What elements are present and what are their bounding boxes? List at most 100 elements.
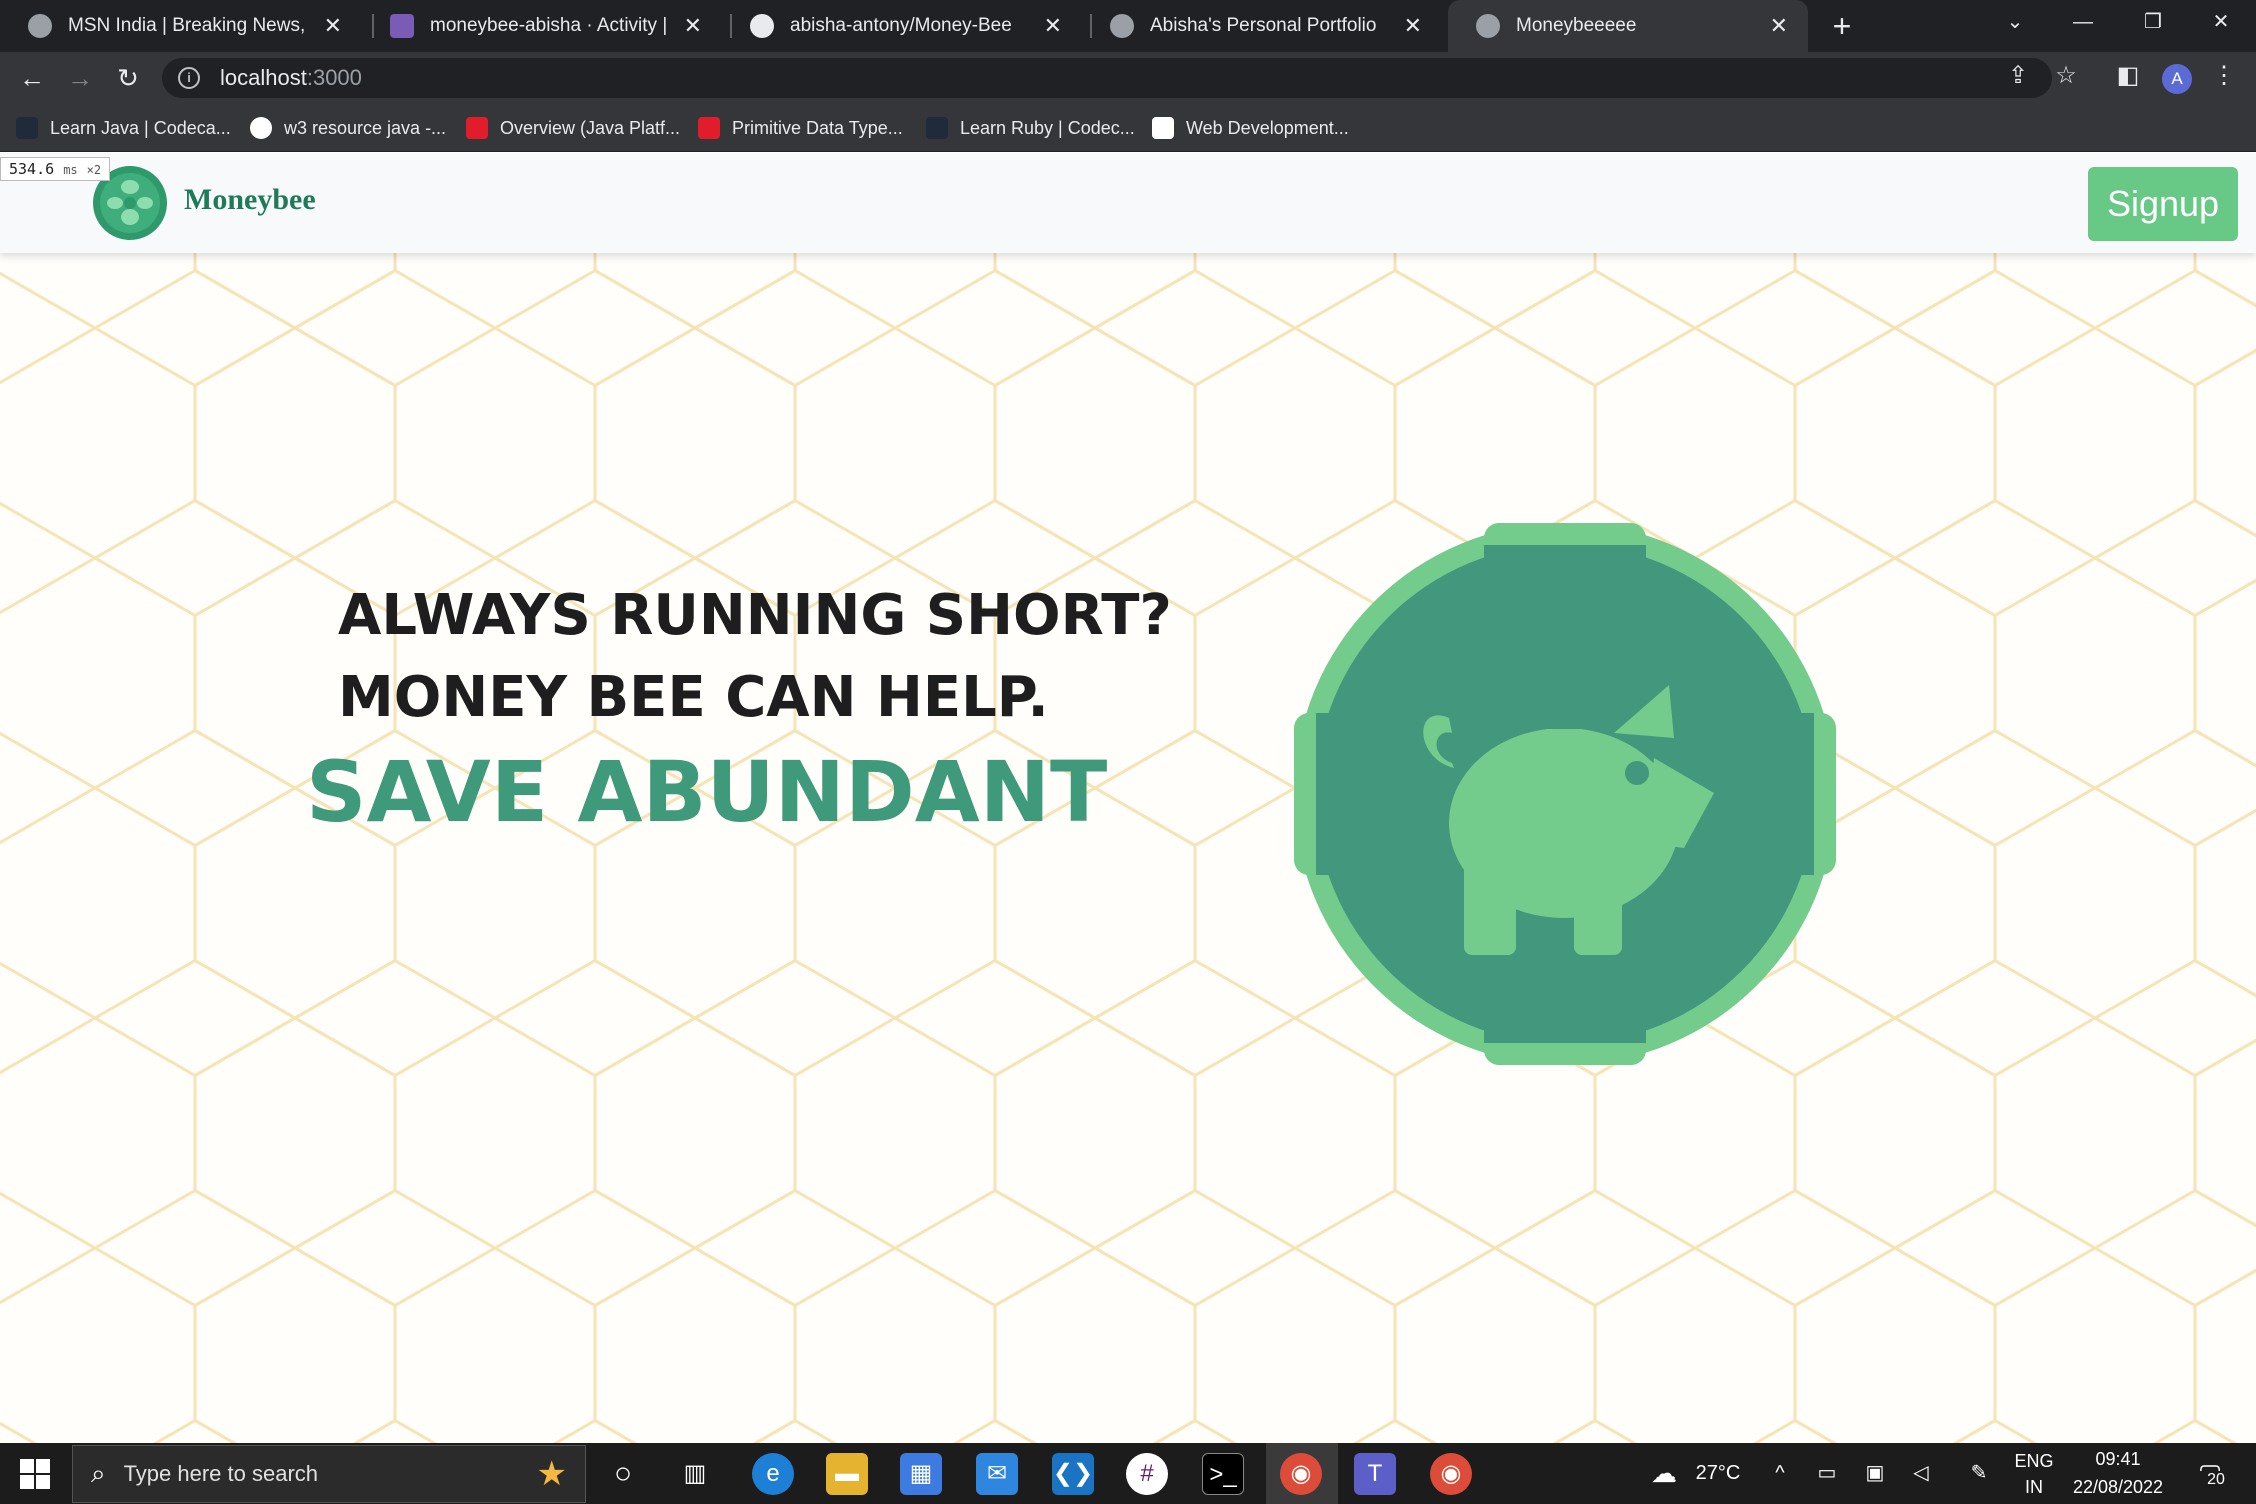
volume-icon[interactable]: ◁ [1906,1443,1936,1504]
clock-date[interactable]: 22/08/2022 [2064,1477,2172,1498]
side-panel-icon[interactable]: ◧ [2114,62,2142,90]
slack-icon[interactable]: # [1126,1453,1168,1495]
bookmark-label: Web Development... [1186,117,1349,138]
url-host: localhost [220,65,307,90]
headline-line-1: ALWAYS RUNNING SHORT? [338,583,1172,648]
heroku-icon [390,14,414,38]
oracle-icon [698,117,720,139]
bookmark-primitive-data-types[interactable]: Primitive Data Type... [698,114,903,142]
input-language[interactable]: ENG [2006,1451,2062,1472]
google-icon [250,117,272,139]
new-tab-button[interactable]: + [1822,6,1862,46]
web-dev-icon [1152,117,1174,139]
weather-cloud-icon[interactable]: ☁ [1644,1443,1684,1504]
tab-title: abisha-antony/Money-Bee [790,15,1012,36]
globe-icon [1110,14,1134,38]
site-navbar: Moneybee Signup [0,153,2256,253]
close-icon[interactable]: ✕ [1404,13,1422,39]
tray-chevron-icon[interactable]: ^ [1766,1443,1794,1504]
page-viewport: 534.6 ms ×2 Moneybee Signup ALWAYS RUNNI… [0,153,2256,1443]
pen-icon[interactable]: ✎ [1964,1443,1994,1504]
bookmark-label: Learn Ruby | Codec... [960,117,1135,138]
tab-github[interactable]: abisha-antony/Money-Bee ✕ [722,0,1082,52]
url-port: :3000 [306,65,362,90]
globe-icon [28,14,52,38]
chrome-profile-icon[interactable]: ◉ [1430,1453,1472,1495]
address-bar[interactable]: i localhost:3000 [162,58,2052,98]
site-info-icon[interactable]: i [178,67,200,89]
tagline: SAVE ABUNDANT [306,743,1108,841]
tab-moneybee[interactable]: Moneybeeeee ✕ [1448,0,1808,52]
tab-portfolio[interactable]: Abisha's Personal Portfolio ✕ [1082,0,1442,52]
tab-title: Moneybeeeee [1516,15,1637,36]
bookmark-java-overview[interactable]: Overview (Java Platf... [466,114,680,142]
github-icon [750,14,774,38]
profile-avatar[interactable]: A [2162,64,2192,94]
search-placeholder: Type here to search [123,1461,319,1486]
chrome-icon[interactable]: ◉ [1280,1453,1322,1495]
battery-icon[interactable]: ▭ [1812,1443,1842,1504]
tab-title: moneybee-abisha · Activity | Heroku [430,15,672,36]
file-explorer-icon[interactable]: ▬ [826,1453,868,1495]
signup-button[interactable]: Signup [2088,167,2238,241]
vscode-icon[interactable]: ❮❯ [1052,1453,1094,1495]
input-region[interactable]: IN [2006,1477,2062,1498]
network-icon[interactable]: ▣ [1860,1443,1890,1504]
forward-arrow-icon[interactable]: → [62,60,98,96]
brand-name[interactable]: Moneybee [184,183,316,217]
tab-strip: MSN India | Breaking News, Entertainment… [0,0,2256,52]
mail-icon[interactable]: ✉ [976,1453,1018,1495]
bookmark-learn-ruby[interactable]: Learn Ruby | Codec... [926,114,1135,142]
restore-button[interactable]: ❐ [2118,0,2188,44]
task-view-icon[interactable]: ▥ [674,1453,716,1495]
piggy-bank-coin-illustration [1294,523,1836,1065]
more-menu-icon[interactable]: ⋮ [2210,62,2238,90]
windows-taskbar: ⌕ Type here to search ★ ○ ▥ e ▬ ▦ ✉ ❮❯ #… [0,1443,2256,1504]
render-time-unit: ms [63,163,78,177]
search-icon: ⌕ [91,1458,106,1488]
edge-icon[interactable]: e [752,1453,794,1495]
reload-icon[interactable]: ↻ [110,60,146,96]
tab-search-chevron-icon[interactable]: ⌄ [1980,0,2050,44]
minimize-button[interactable]: — [2048,0,2118,44]
oracle-icon [466,117,488,139]
bookmarks-bar: Learn Java | Codeca... w3 resource java … [0,104,2256,152]
close-icon[interactable]: ✕ [1770,13,1788,39]
render-time-overlay: 534.6 ms ×2 [0,157,111,181]
windows-start-icon[interactable] [20,1459,50,1489]
tab-msn[interactable]: MSN India | Breaking News, Entertainment… [0,0,362,52]
headline-line-2: MONEY BEE CAN HELP. [338,665,1049,730]
back-arrow-icon[interactable]: ← [14,60,50,96]
tab-title: MSN India | Breaking News, Entertainment [68,15,312,36]
bookmark-label: Primitive Data Type... [732,117,903,138]
bookmark-label: w3 resource java -... [284,117,447,138]
close-icon[interactable]: ✕ [684,13,702,39]
bookmark-w3resource[interactable]: w3 resource java -... [250,114,446,142]
clock-time[interactable]: 09:41 [2070,1449,2166,1470]
tab-heroku[interactable]: moneybee-abisha · Activity | Heroku ✕ [362,0,722,52]
render-time-value: 534.6 [9,160,55,178]
bookmark-label: Overview (Java Platf... [500,117,681,138]
bookmark-web-development[interactable]: Web Development... [1152,114,1349,142]
close-icon[interactable]: ✕ [1044,13,1062,39]
browser-toolbar: ← → ↻ i localhost:3000 ⇪ ☆ ◧ A ⋮ [0,52,2256,104]
codecademy-icon [926,117,948,139]
tab-title: Abisha's Personal Portfolio [1150,15,1377,36]
codecademy-icon [16,117,38,139]
bookmark-learn-java[interactable]: Learn Java | Codeca... [16,114,231,142]
window-close-button[interactable]: ✕ [2186,0,2256,44]
globe-icon [1476,14,1500,38]
share-icon[interactable]: ⇪ [2004,62,2032,90]
cortana-icon[interactable]: ○ [602,1453,644,1495]
microsoft-store-icon[interactable]: ▦ [900,1453,942,1495]
bookmark-label: Learn Java | Codeca... [50,117,231,138]
weather-temperature[interactable]: 27°C [1688,1443,1748,1504]
teams-icon[interactable]: T [1354,1453,1396,1495]
search-highlight-icon: ★ [536,1455,567,1493]
close-icon[interactable]: ✕ [324,13,342,39]
bookmark-star-icon[interactable]: ☆ [2052,62,2080,90]
render-time-multiplier: ×2 [86,163,102,177]
taskbar-search-box[interactable]: ⌕ Type here to search ★ [72,1445,586,1503]
notification-count: 20 [2200,1471,2232,1489]
terminal-icon[interactable]: >_ [1202,1453,1244,1495]
